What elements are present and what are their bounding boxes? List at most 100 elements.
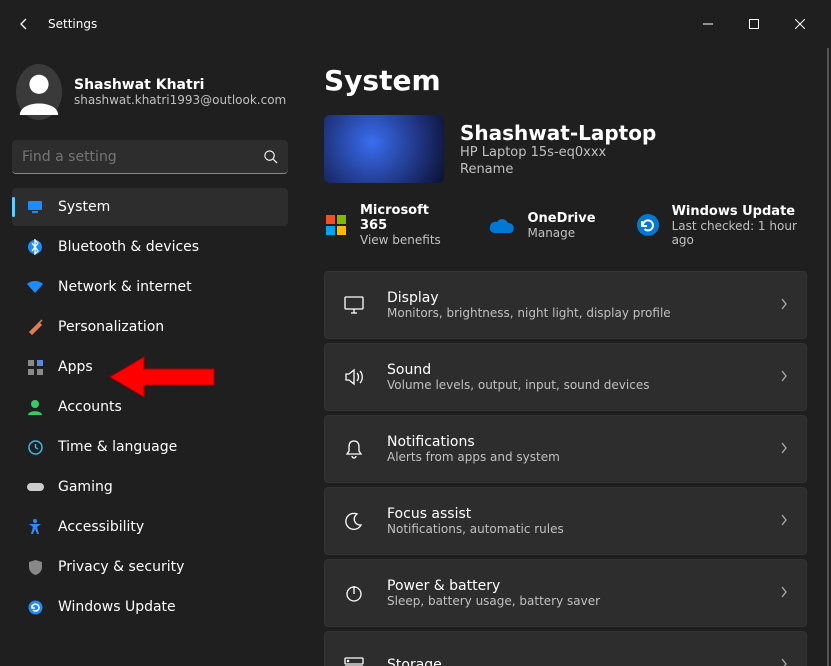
person-icon bbox=[26, 398, 44, 416]
device-row: Shashwat-Laptop HP Laptop 15s-eq0xxx Ren… bbox=[324, 115, 807, 183]
sidebar-item-apps[interactable]: Apps bbox=[12, 348, 288, 386]
sidebar-item-label: Gaming bbox=[58, 479, 113, 495]
card-power-battery[interactable]: Power & batterySleep, battery usage, bat… bbox=[324, 559, 807, 627]
sidebar-item-label: Privacy & security bbox=[58, 559, 184, 575]
chevron-right-icon bbox=[780, 368, 788, 387]
gamepad-icon bbox=[26, 478, 44, 496]
brush-icon bbox=[26, 318, 44, 336]
search-input[interactable] bbox=[22, 149, 263, 165]
cards-list: DisplayMonitors, brightness, night light… bbox=[324, 271, 807, 666]
sidebar-item-label: Network & internet bbox=[58, 279, 192, 295]
wifi-icon bbox=[26, 278, 44, 296]
status-title: Microsoft 365 bbox=[360, 203, 449, 233]
status-row: Microsoft 365View benefits OneDriveManage… bbox=[324, 203, 807, 247]
card-focus-assist[interactable]: Focus assistNotifications, automatic rul… bbox=[324, 487, 807, 555]
shield-icon bbox=[26, 558, 44, 576]
sound-icon bbox=[343, 368, 365, 386]
sidebar-item-update[interactable]: Windows Update bbox=[12, 588, 288, 626]
sidebar-item-label: Apps bbox=[58, 359, 93, 375]
nav: System Bluetooth & devices Network & inter… bbox=[12, 188, 288, 626]
accessibility-icon bbox=[26, 518, 44, 536]
person-silhouette-icon bbox=[16, 69, 62, 115]
update-icon bbox=[26, 598, 44, 616]
card-sound[interactable]: SoundVolume levels, output, input, sound… bbox=[324, 343, 807, 411]
close-icon bbox=[795, 19, 805, 29]
titlebar: Settings bbox=[0, 0, 831, 48]
card-display[interactable]: DisplayMonitors, brightness, night light… bbox=[324, 271, 807, 339]
device-rename-link[interactable]: Rename bbox=[460, 162, 656, 177]
profile[interactable]: Shashwat Khatri shashwat.khatri1993@outl… bbox=[12, 56, 288, 136]
sidebar-item-label: Accounts bbox=[58, 399, 122, 415]
profile-email: shashwat.khatri1993@outlook.com bbox=[74, 93, 286, 107]
maximize-icon bbox=[749, 19, 759, 29]
status-title: OneDrive bbox=[527, 211, 595, 226]
sidebar-item-label: Personalization bbox=[58, 319, 164, 335]
winupdate-icon bbox=[636, 212, 660, 238]
minimize-button[interactable] bbox=[685, 8, 731, 40]
card-storage[interactable]: Storage bbox=[324, 631, 807, 666]
status-sub: Manage bbox=[527, 226, 595, 240]
card-sub: Sleep, battery usage, battery saver bbox=[387, 594, 758, 608]
maximize-button[interactable] bbox=[731, 8, 777, 40]
card-title: Focus assist bbox=[387, 506, 758, 522]
chevron-right-icon bbox=[780, 296, 788, 315]
sidebar-item-privacy[interactable]: Privacy & security bbox=[12, 548, 288, 586]
device-model: HP Laptop 15s-eq0xxx bbox=[460, 145, 656, 160]
chevron-right-icon bbox=[780, 656, 788, 666]
ms365-icon bbox=[324, 212, 348, 238]
card-sub: Alerts from apps and system bbox=[387, 450, 758, 464]
onedrive-icon bbox=[489, 212, 515, 238]
status-ms365[interactable]: Microsoft 365View benefits bbox=[324, 203, 449, 247]
sidebar-item-label: Windows Update bbox=[58, 599, 176, 615]
device-name: Shashwat-Laptop bbox=[460, 121, 656, 145]
status-onedrive[interactable]: OneDriveManage bbox=[489, 203, 595, 247]
status-sub: Last checked: 1 hour ago bbox=[672, 219, 807, 247]
sidebar-item-label: Bluetooth & devices bbox=[58, 239, 199, 255]
sidebar-item-accessibility[interactable]: Accessibility bbox=[12, 508, 288, 546]
card-sub: Notifications, automatic rules bbox=[387, 522, 758, 536]
card-title: Notifications bbox=[387, 434, 758, 450]
sidebar-item-system[interactable]: System bbox=[12, 188, 288, 226]
card-notifications[interactable]: NotificationsAlerts from apps and system bbox=[324, 415, 807, 483]
display-icon bbox=[343, 296, 365, 314]
scrollbar[interactable] bbox=[827, 48, 829, 666]
clock-icon bbox=[26, 438, 44, 456]
device-thumbnail bbox=[324, 115, 444, 183]
monitor-icon bbox=[26, 198, 44, 216]
back-button[interactable] bbox=[8, 8, 40, 40]
profile-name: Shashwat Khatri bbox=[74, 77, 286, 93]
bluetooth-icon bbox=[26, 238, 44, 256]
search-box[interactable] bbox=[12, 140, 288, 174]
power-icon bbox=[343, 583, 365, 603]
content: System Shashwat-Laptop HP Laptop 15s-eq0… bbox=[300, 48, 831, 666]
sidebar-item-gaming[interactable]: Gaming bbox=[12, 468, 288, 506]
chevron-right-icon bbox=[780, 584, 788, 603]
sidebar-item-label: Time & language bbox=[58, 439, 177, 455]
sidebar-item-personalization[interactable]: Personalization bbox=[12, 308, 288, 346]
minimize-icon bbox=[703, 19, 713, 29]
card-sub: Monitors, brightness, night light, displ… bbox=[387, 306, 758, 320]
close-button[interactable] bbox=[777, 8, 823, 40]
sidebar-item-time[interactable]: Time & language bbox=[12, 428, 288, 466]
page-title: System bbox=[324, 64, 807, 97]
sidebar-item-network[interactable]: Network & internet bbox=[12, 268, 288, 306]
sidebar-item-bluetooth[interactable]: Bluetooth & devices bbox=[12, 228, 288, 266]
sidebar: Shashwat Khatri shashwat.khatri1993@outl… bbox=[0, 48, 300, 666]
status-sub: View benefits bbox=[360, 233, 449, 247]
back-icon bbox=[16, 16, 32, 32]
chevron-right-icon bbox=[780, 512, 788, 531]
moon-icon bbox=[343, 512, 365, 530]
status-winupdate[interactable]: Windows UpdateLast checked: 1 hour ago bbox=[636, 203, 807, 247]
window-controls bbox=[685, 8, 823, 40]
card-title: Power & battery bbox=[387, 578, 758, 594]
apps-icon bbox=[26, 358, 44, 376]
sidebar-item-label: System bbox=[58, 199, 110, 215]
card-title: Storage bbox=[387, 657, 758, 666]
bell-icon bbox=[343, 439, 365, 459]
titlebar-title: Settings bbox=[48, 17, 97, 31]
card-title: Sound bbox=[387, 362, 758, 378]
card-title: Display bbox=[387, 290, 758, 306]
card-sub: Volume levels, output, input, sound devi… bbox=[387, 378, 758, 392]
search-icon bbox=[263, 149, 278, 164]
sidebar-item-accounts[interactable]: Accounts bbox=[12, 388, 288, 426]
